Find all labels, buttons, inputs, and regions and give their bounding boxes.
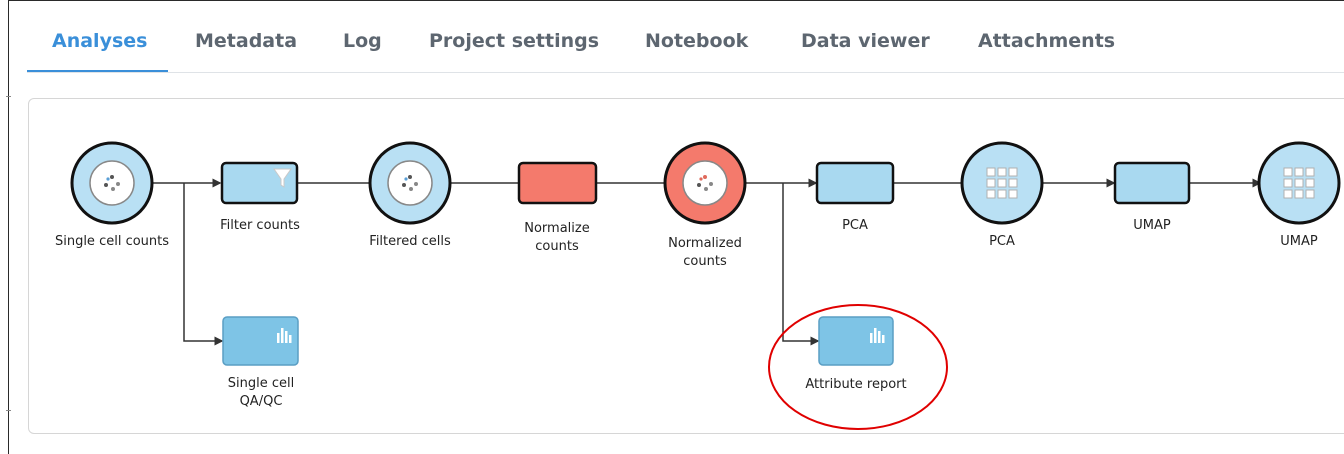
grid-icon <box>1283 167 1315 199</box>
node-single-cell-counts[interactable]: Single cell counts <box>55 141 169 249</box>
node-label: UMAP <box>1133 218 1171 233</box>
node-umap-data[interactable]: UMAP <box>1257 141 1341 249</box>
node-filter-counts[interactable]: Filter counts <box>220 161 300 233</box>
node-label: Attribute report <box>805 377 906 392</box>
node-label: Filter counts <box>220 218 300 233</box>
node-attribute-report[interactable]: Attribute report <box>805 316 907 392</box>
node-label: QA/QC <box>240 394 283 409</box>
node-label: PCA <box>989 234 1015 249</box>
pipeline-diagram: Single cell counts Filter counts Filtere… <box>55 141 1341 430</box>
node-label: Single cell counts <box>55 234 169 249</box>
node-label: UMAP <box>1280 234 1318 249</box>
node-normalized-counts[interactable]: Normalized counts <box>663 141 747 269</box>
node-pca-data[interactable]: PCA <box>960 141 1044 249</box>
node-label: counts <box>535 239 579 254</box>
node-filtered-cells[interactable]: Filtered cells <box>368 141 452 249</box>
node-pca-task[interactable]: PCA <box>815 161 895 233</box>
node-single-cell-qaqc[interactable]: Single cell QA/QC <box>222 316 299 409</box>
node-label: Normalize <box>524 221 589 236</box>
node-label: Normalized <box>668 236 742 251</box>
node-label: PCA <box>842 218 868 233</box>
node-label: Filtered cells <box>369 234 451 249</box>
node-normalize-counts[interactable]: Normalize counts <box>517 161 598 254</box>
grid-icon <box>986 167 1018 199</box>
node-label: Single cell <box>228 376 294 391</box>
node-umap-task[interactable]: UMAP <box>1113 161 1191 233</box>
node-label: counts <box>683 254 727 269</box>
